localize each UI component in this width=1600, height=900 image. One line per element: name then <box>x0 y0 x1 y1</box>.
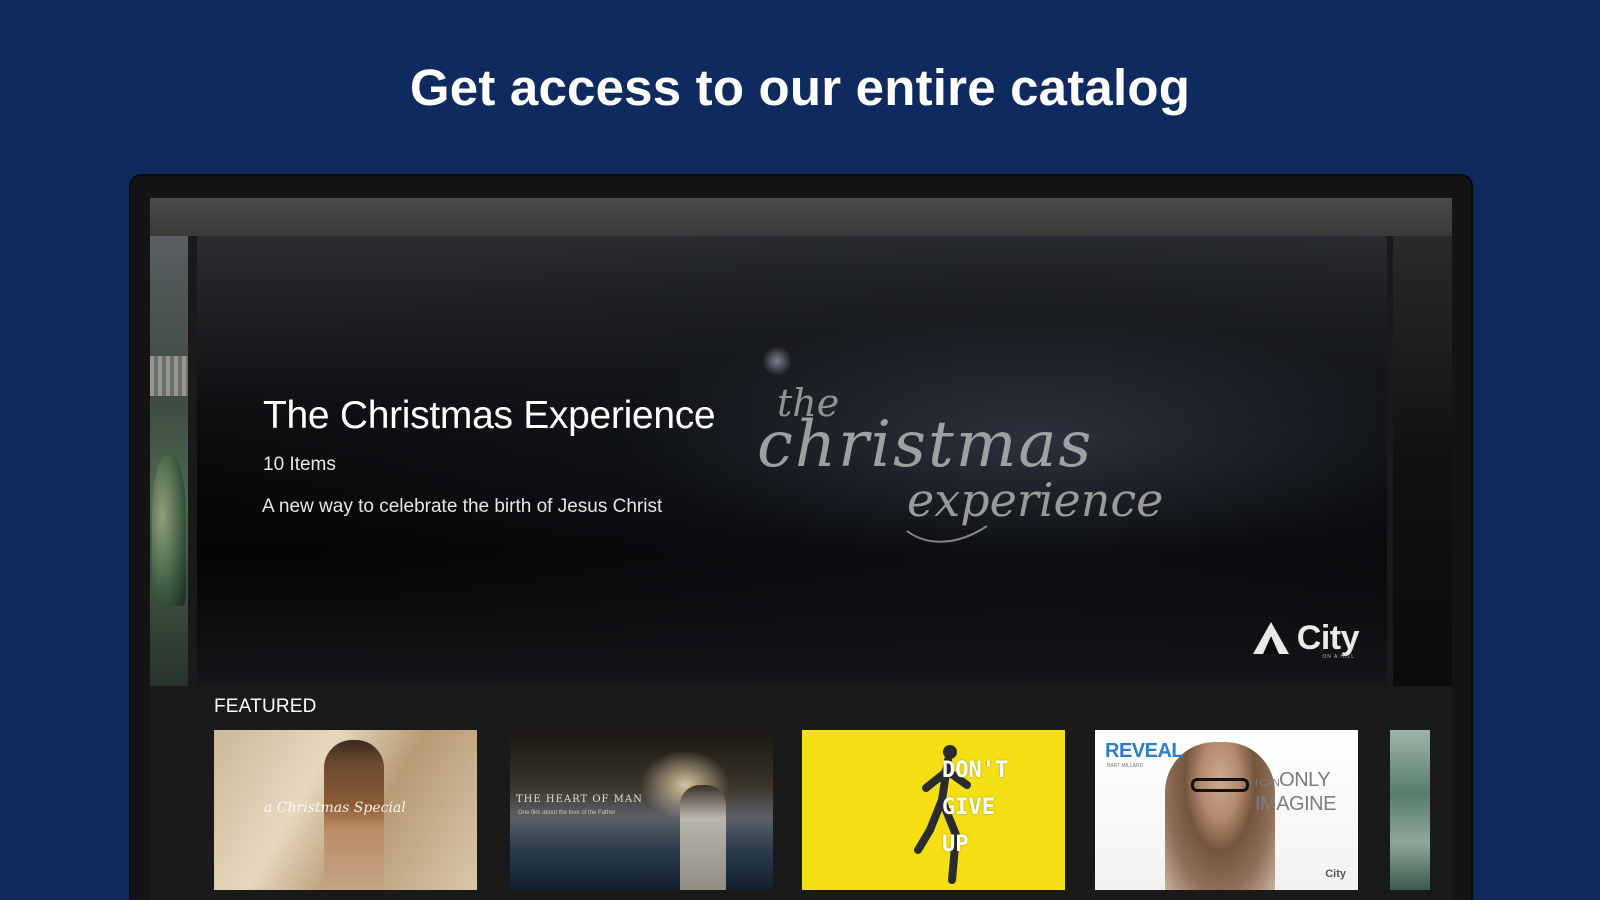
glasses-shape <box>1191 778 1249 792</box>
featured-thumb-dont-give-up[interactable]: DON'T GIVE UP <box>802 730 1065 890</box>
thumb-title: I CANONLY IMAGINE <box>1255 770 1336 814</box>
thumb-title: DON'T GIVE UP <box>942 758 1009 857</box>
hero-description: A new way to celebrate the birth of Jesu… <box>262 496 663 517</box>
thumb-title: THE HEART OF MAN <box>516 794 643 805</box>
thumb-reveal-subtitle: BART MILLARD <box>1107 763 1144 769</box>
page-headline: Get access to our entire catalog <box>409 59 1191 116</box>
thumb-city-logo: City <box>1325 868 1346 880</box>
city-logo: City ON A HILL <box>1251 619 1360 660</box>
featured-thumb-i-can-only-imagine[interactable]: REVEAL BART MILLARD I CANONLY IMAGINE Ci… <box>1095 730 1358 890</box>
thumb-figure <box>680 785 726 890</box>
thumb-figure <box>1165 742 1275 890</box>
featured-row: a Christmas Special THE HEART OF MAN One… <box>214 730 1452 900</box>
thumb-title: a Christmas Special <box>264 800 406 816</box>
script-line-experience: experience <box>907 473 1163 527</box>
featured-thumb-christmas-special[interactable]: a Christmas Special <box>214 730 477 890</box>
featured-thumb-heart-of-man[interactable]: THE HEART OF MAN One film about the love… <box>510 730 773 890</box>
carousel-next-card[interactable] <box>1393 236 1452 686</box>
screen-top-bar <box>150 198 1452 236</box>
tv-screen: the christmas experience The Christmas E… <box>150 198 1452 900</box>
thumb-reveal-title: REVEAL <box>1105 740 1184 762</box>
script-line-christmas: christmas <box>757 408 1093 482</box>
logo-text: City <box>1296 619 1360 657</box>
featured-thumb-partial-next[interactable] <box>1390 730 1430 890</box>
triangle-logo-icon <box>1252 622 1289 654</box>
hero-title: The Christmas Experience <box>263 394 716 437</box>
logo-subtext: ON A HILL <box>1322 654 1355 660</box>
thumb-subtitle: One film about the love of the Father <box>518 810 616 816</box>
hero-script-artwork: the christmas experience <box>757 381 1163 543</box>
tv-frame: the christmas experience The Christmas E… <box>131 176 1471 900</box>
hero-banner[interactable]: the christmas experience The Christmas E… <box>197 236 1387 686</box>
carousel-previous-card[interactable] <box>150 236 188 686</box>
thumb-title-main: ONLY IMAGINE <box>1255 769 1336 815</box>
featured-section-label: FEATURED <box>214 696 317 717</box>
thumb-title-prefix: I CAN <box>1255 778 1280 789</box>
hero-item-count: 10 Items <box>263 454 336 475</box>
